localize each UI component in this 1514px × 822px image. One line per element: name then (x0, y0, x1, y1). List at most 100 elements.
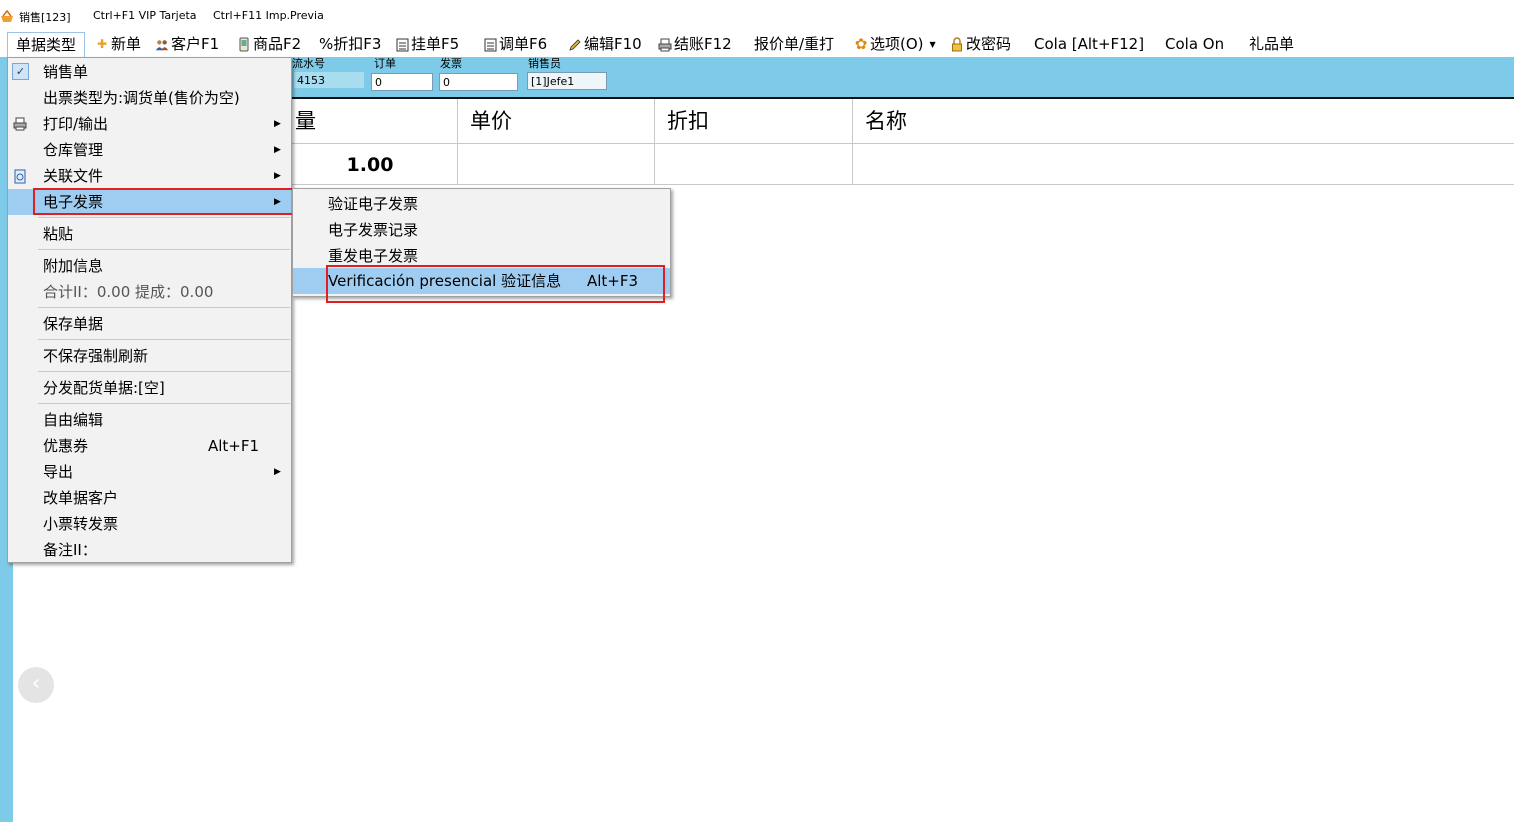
cola-button[interactable]: Cola [Alt+F12] (1034, 34, 1144, 55)
menu-item-linked-files[interactable]: 关联文件 ▶ (8, 163, 291, 189)
clipboard-icon (395, 37, 409, 53)
menu-label: 仓库管理 (43, 141, 104, 159)
vip-card-hint: Ctrl+F1 VIP Tarjeta (93, 9, 197, 22)
order-label: 订单 (374, 57, 396, 70)
toolbar: 单据类型 ✚ 新单 客户F1 商品F2 %折扣F3 挂单F5 调单F6 编辑F10… (0, 30, 1514, 58)
cell-name[interactable] (853, 143, 1514, 185)
invoice-label: 发票 (440, 57, 462, 70)
annotation-box-verification (326, 265, 665, 303)
cola-label: Cola [Alt+F12] (1034, 35, 1145, 53)
menu-divider (38, 307, 290, 308)
seller-label: 销售员 (528, 57, 561, 70)
serial-field[interactable]: 4153 (293, 71, 365, 89)
seller-field[interactable]: [1]Jefe1 (527, 72, 607, 90)
cell-discount[interactable] (655, 143, 853, 185)
menu-label: 销售单 (43, 63, 89, 81)
edit-button[interactable]: 编辑F10 (568, 34, 642, 55)
recall-label: 调单F6 (499, 35, 548, 53)
col-header-name[interactable]: 名称 (853, 99, 1514, 143)
menu-item-force-refresh[interactable]: 不保存强制刷新 (8, 343, 291, 369)
menu-item-paste[interactable]: 粘贴 (8, 221, 291, 247)
menu-divider (38, 371, 290, 372)
chevron-right-icon: ▶ (274, 171, 281, 181)
cell-qty[interactable]: 1.00 (283, 143, 458, 185)
options-button[interactable]: ✿ 选项(O) ▼ (854, 34, 936, 55)
menu-label: 电子发票记录 (328, 221, 419, 239)
invoice-field[interactable]: 0 (439, 73, 518, 91)
pencil-icon (568, 37, 582, 53)
menu-label: 不保存强制刷新 (43, 347, 149, 365)
menu-label: 出票类型为:调货单(售价为空) (43, 89, 240, 107)
printer-icon (658, 37, 672, 53)
menu-label: 自由编辑 (43, 411, 104, 429)
menu-divider (38, 339, 290, 340)
back-arrow-icon: ‹ (31, 671, 41, 696)
back-button[interactable]: ‹ (18, 667, 54, 703)
menu-item-remark[interactable]: 备注II： (8, 537, 291, 563)
bill-type-label: 单据类型 (16, 35, 77, 54)
hold-button[interactable]: 挂单F5 (395, 34, 459, 55)
col-header-price[interactable]: 单价 (458, 99, 655, 143)
gift-bill-button[interactable]: 礼品单 (1249, 34, 1294, 55)
menu-item-ticket-type[interactable]: 出票类型为:调货单(售价为空) (8, 85, 291, 111)
col-header-qty[interactable]: 量 (283, 99, 458, 143)
menu-divider (38, 403, 290, 404)
options-label: 选项(O) (870, 35, 924, 53)
cola-on-button[interactable]: Cola On (1165, 34, 1224, 55)
menu-label: 小票转发票 (43, 515, 119, 533)
chevron-right-icon: ▶ (274, 467, 281, 477)
change-password-button[interactable]: 改密码 (950, 34, 1011, 55)
cell-price[interactable] (458, 143, 655, 185)
customer-label: 客户F1 (171, 35, 220, 53)
menu-item-ticket-to-invoice[interactable]: 小票转发票 (8, 511, 291, 537)
submenu-item-einvoice-records[interactable]: 电子发票记录 (293, 217, 670, 243)
new-bill-button[interactable]: ✚ 新单 (95, 34, 141, 55)
menu-label: 关联文件 (43, 167, 104, 185)
new-bill-label: 新单 (111, 35, 142, 53)
customer-button[interactable]: 客户F1 (155, 34, 219, 55)
quote-label: 报价单/重打 (754, 35, 835, 53)
menu-label: 优惠券 (43, 437, 89, 455)
menu-label: 保存单据 (43, 315, 104, 333)
submenu-item-verify-einvoice[interactable]: 验证电子发票 (293, 191, 670, 217)
menu-item-export[interactable]: 导出 ▶ (8, 459, 291, 485)
order-field[interactable]: 0 (371, 73, 433, 91)
quote-reprint-button[interactable]: 报价单/重打 (754, 34, 834, 55)
menu-label: 改单据客户 (43, 489, 119, 507)
recall-button[interactable]: 调单F6 (483, 34, 547, 55)
menu-item-sales-bill[interactable]: ✓ 销售单 (8, 59, 291, 85)
menu-label: 备注II： (43, 541, 97, 559)
serial-label: 流水号 (292, 57, 325, 70)
menu-item-warehouse[interactable]: 仓库管理 ▶ (8, 137, 291, 163)
menu-item-print-output[interactable]: 打印/输出 ▶ (8, 111, 291, 137)
product-label: 商品F2 (253, 35, 302, 53)
menu-label: 粘贴 (43, 225, 74, 243)
window-title: 销售[123] (19, 11, 71, 24)
menu-item-coupon[interactable]: 优惠券 Alt+F1 (8, 433, 291, 459)
menu-label: 验证电子发票 (328, 195, 419, 213)
menu-label: 附加信息 (43, 257, 104, 275)
menu-divider (38, 217, 290, 218)
col-header-discount[interactable]: 折扣 (655, 99, 853, 143)
menu-item-change-customer[interactable]: 改单据客户 (8, 485, 291, 511)
bill-type-dropdown: ✓ 销售单 出票类型为:调货单(售价为空) 打印/输出 ▶ 仓库管理 ▶ 关联文件 ▶… (7, 57, 292, 563)
chevron-right-icon: ▶ (274, 145, 281, 155)
phone-icon (237, 37, 251, 53)
cola-on-label: Cola On (1165, 35, 1225, 53)
product-button[interactable]: 商品F2 (237, 34, 301, 55)
bill-type-menu[interactable]: 单据类型 (7, 32, 86, 58)
menu-item-save-bill[interactable]: 保存单据 (8, 311, 291, 337)
chevron-right-icon: ▶ (274, 119, 281, 129)
check-icon: ✓ (12, 63, 29, 80)
printer-icon (12, 116, 28, 132)
checkout-button[interactable]: 结账F12 (658, 34, 732, 55)
menu-item-distribute[interactable]: 分发配货单据:[空] (8, 375, 291, 401)
password-label: 改密码 (966, 35, 1012, 53)
discount-button[interactable]: %折扣F3 (319, 34, 381, 55)
menu-item-extra-info[interactable]: 附加信息 (8, 253, 291, 279)
menu-label: 打印/输出 (43, 115, 109, 133)
plus-icon: ✚ (96, 37, 108, 51)
menu-item-free-edit[interactable]: 自由编辑 (8, 407, 291, 433)
menu-item-totals: 合计II：0.00 提成：0.00 (8, 279, 291, 305)
menu-divider (38, 249, 290, 250)
